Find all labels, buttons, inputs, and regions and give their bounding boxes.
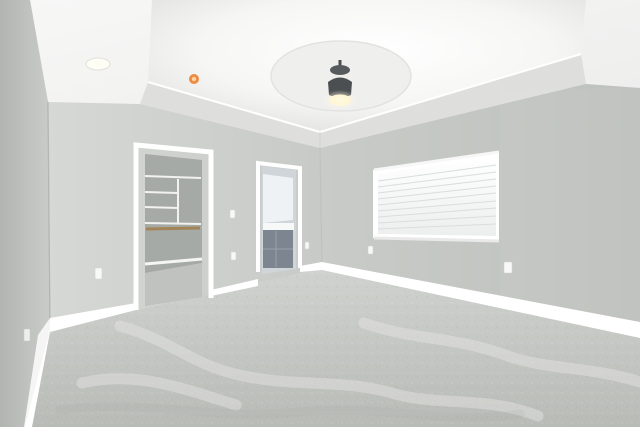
outlet-back-mid <box>230 251 237 261</box>
bedroom-illustration <box>0 0 640 427</box>
outlet-right-wall-small <box>367 245 374 255</box>
outlet-bath-wall <box>304 241 310 250</box>
bathroom-mirror <box>263 174 293 223</box>
room-photo <box>0 0 640 427</box>
recessed-light-left <box>85 57 111 71</box>
bathroom-vanity-top <box>263 223 294 230</box>
closet-back-wall <box>145 154 202 273</box>
right-wall-light <box>500 88 640 338</box>
light-switch-left <box>229 209 236 219</box>
closet-hanging-rod <box>145 226 201 231</box>
outlet-left-back <box>94 267 103 280</box>
